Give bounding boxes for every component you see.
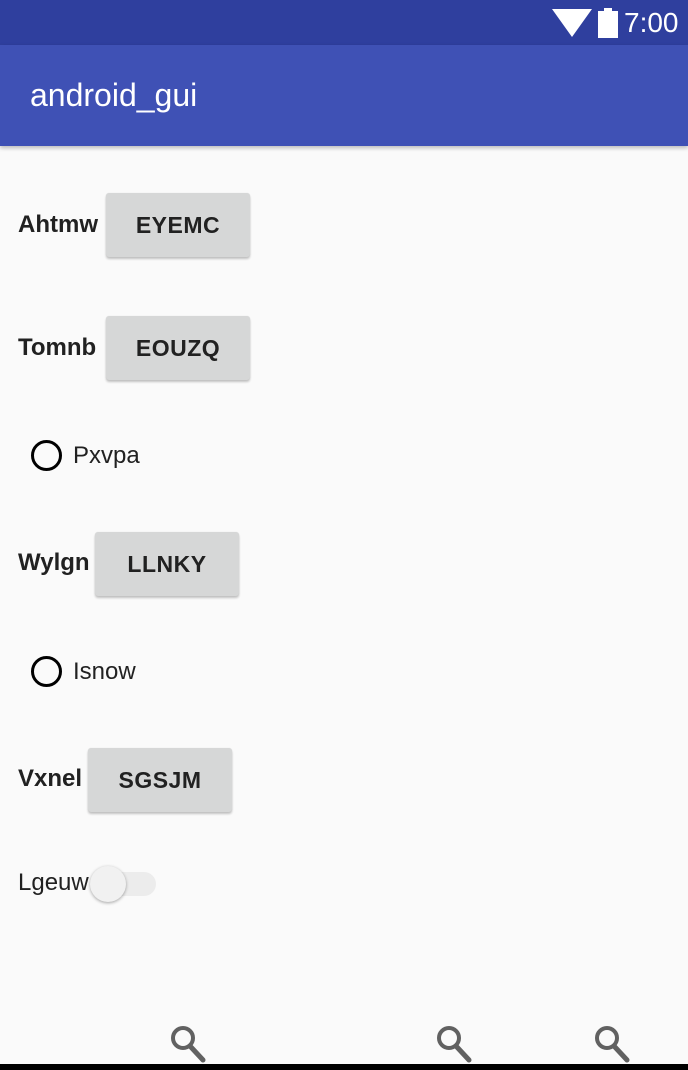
app-bar: android_gui xyxy=(0,45,688,146)
row1-label: Ahtmw xyxy=(18,211,98,238)
radio-unchecked-icon[interactable] xyxy=(31,440,62,471)
isnow-radio[interactable]: Isnow xyxy=(31,656,136,687)
pxvpa-radio[interactable]: Pxvpa xyxy=(31,440,140,471)
search-icon[interactable] xyxy=(170,1025,206,1063)
status-bar: 7:00 xyxy=(0,0,688,45)
lgeuw-switch-label: Lgeuw xyxy=(18,869,89,896)
lgeuw-switch[interactable] xyxy=(90,866,158,902)
sgsjm-button[interactable]: SGSJM xyxy=(88,748,232,812)
pxvpa-radio-label: Pxvpa xyxy=(73,441,140,469)
battery-icon xyxy=(598,8,618,38)
switch-thumb[interactable] xyxy=(90,866,126,902)
status-time: 7:00 xyxy=(624,7,679,38)
search-icon[interactable] xyxy=(436,1025,472,1063)
app-title: android_gui xyxy=(30,77,198,113)
search-icon[interactable] xyxy=(594,1025,630,1063)
row2-label: Tomnb xyxy=(18,334,97,361)
radio-unchecked-icon[interactable] xyxy=(31,656,62,687)
eouzq-button[interactable]: EOUZQ xyxy=(106,316,250,380)
bottom-edge xyxy=(0,1064,688,1070)
row6-label: Vxnel xyxy=(18,765,83,792)
llnky-button[interactable]: LLNKY xyxy=(95,532,239,596)
row4-label: Wylgn xyxy=(18,549,90,576)
wifi-icon xyxy=(552,9,592,37)
eyemc-button[interactable]: EYEMC xyxy=(106,193,250,257)
isnow-radio-label: Isnow xyxy=(73,657,136,685)
